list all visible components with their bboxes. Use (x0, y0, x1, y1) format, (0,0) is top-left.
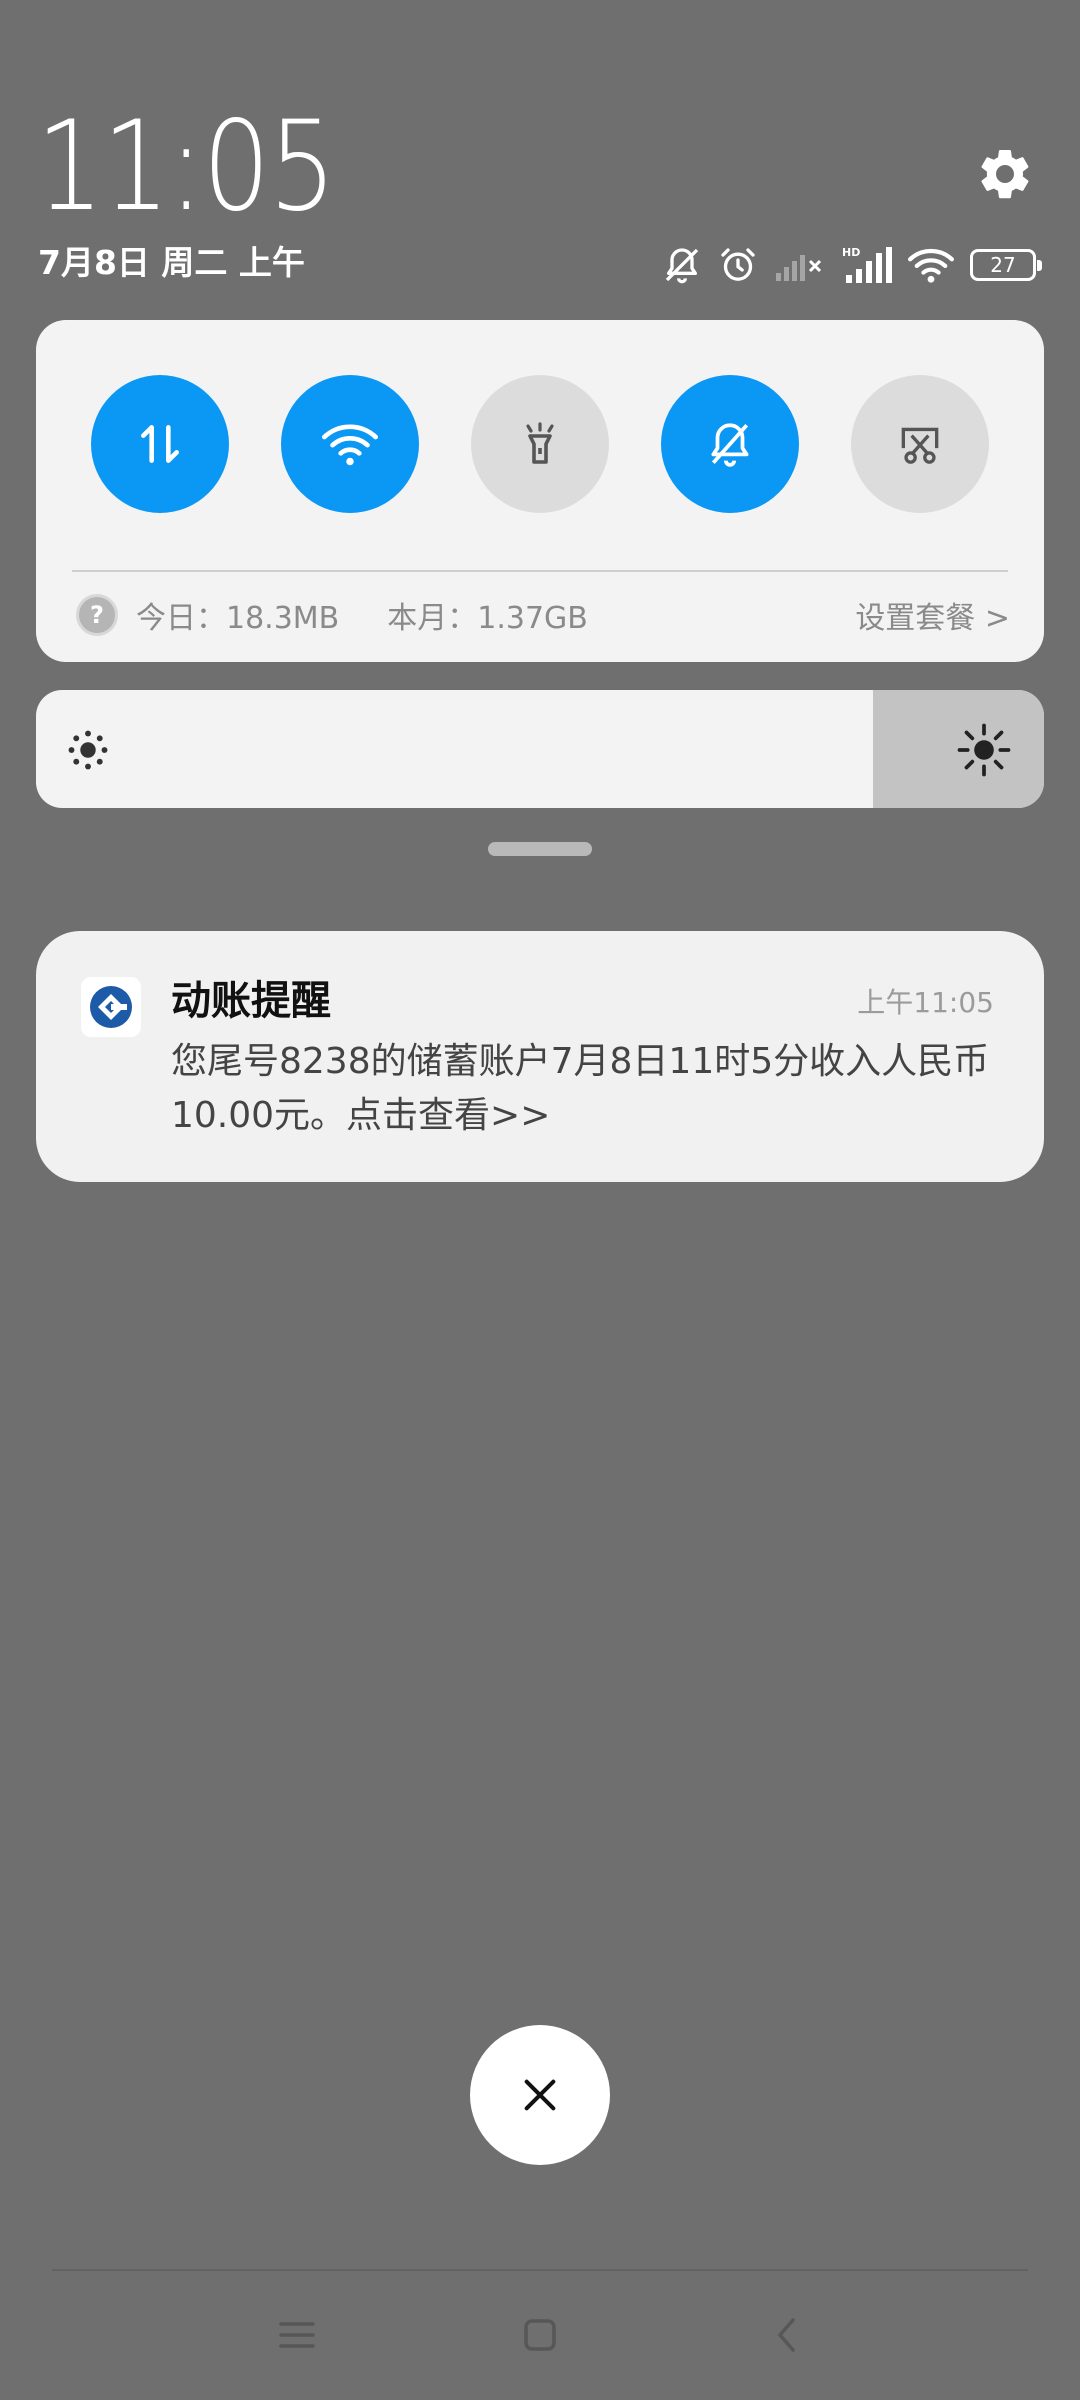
home-icon (524, 2319, 556, 2351)
brightness-low-icon (68, 730, 108, 770)
signal-no-sim-icon (776, 255, 822, 281)
notification-title: 动账提醒 (171, 978, 331, 1024)
usage-today: 今日：18.3MB (136, 601, 340, 636)
status-bar: HD 27 (662, 240, 1042, 290)
back-icon (778, 2318, 795, 2352)
bell-off-icon (711, 423, 749, 467)
nav-divider (52, 2269, 1028, 2271)
signal-hd-icon: HD (842, 246, 892, 283)
date-label[interactable]: 7月8日 周二 上午 (38, 240, 305, 286)
set-plan-link[interactable]: 设置套餐 > (855, 593, 1010, 637)
toggle-row (91, 375, 989, 513)
notification-card[interactable]: 动账提醒 上午11:05 您尾号8238的储蓄账户7月8日11时5分收入人民币1… (36, 931, 1044, 1182)
notification-time: 上午11:05 (857, 986, 994, 1019)
alarm-icon (721, 248, 755, 281)
screenshot-toggle[interactable] (851, 375, 989, 513)
home-button[interactable] (510, 2310, 570, 2360)
flashlight-icon (526, 422, 554, 464)
brightness-slider[interactable] (36, 690, 1044, 808)
notification-shade: 11:05 7月8日 周二 上午 HD 27 ? 今日：18.3MB 本月：1.… (0, 0, 1080, 2400)
mobile-data-toggle[interactable] (91, 375, 229, 513)
bank-app-icon (81, 977, 141, 1037)
hd-badge: HD (842, 246, 860, 259)
clear-all-button[interactable] (470, 2025, 610, 2165)
notification-body: 您尾号8238的储蓄账户7月8日11时5分收入人民币10.00元。点击查看>> (171, 1041, 990, 1136)
drag-handle[interactable] (488, 842, 592, 856)
brightness-high-icon (957, 723, 1011, 777)
recents-button[interactable] (267, 2310, 327, 2360)
quick-settings-panel: ? 今日：18.3MB 本月：1.37GB 设置套餐 > (36, 320, 1044, 662)
menu-icon (279, 2322, 315, 2348)
close-icon (524, 2079, 556, 2111)
wifi-toggle[interactable] (281, 375, 419, 513)
flashlight-toggle[interactable] (471, 375, 609, 513)
data-arrows-icon (141, 425, 179, 463)
divider (72, 570, 1008, 572)
help-icon[interactable]: ? (76, 594, 118, 636)
back-button[interactable] (757, 2310, 817, 2360)
wifi-icon (322, 424, 378, 466)
usage-month: 本月：1.37GB (387, 601, 588, 636)
bell-off-icon (665, 248, 699, 284)
wifi-status-icon (908, 248, 954, 283)
battery-indicator: 27 (970, 249, 1042, 281)
gear-icon[interactable] (975, 144, 1035, 204)
bank-logo-icon (90, 986, 132, 1028)
mute-toggle[interactable] (661, 375, 799, 513)
data-usage-row: ? 今日：18.3MB 本月：1.37GB 设置套餐 > (76, 590, 1010, 640)
scissors-icon (901, 427, 939, 464)
clock[interactable]: 11:05 (36, 92, 336, 242)
